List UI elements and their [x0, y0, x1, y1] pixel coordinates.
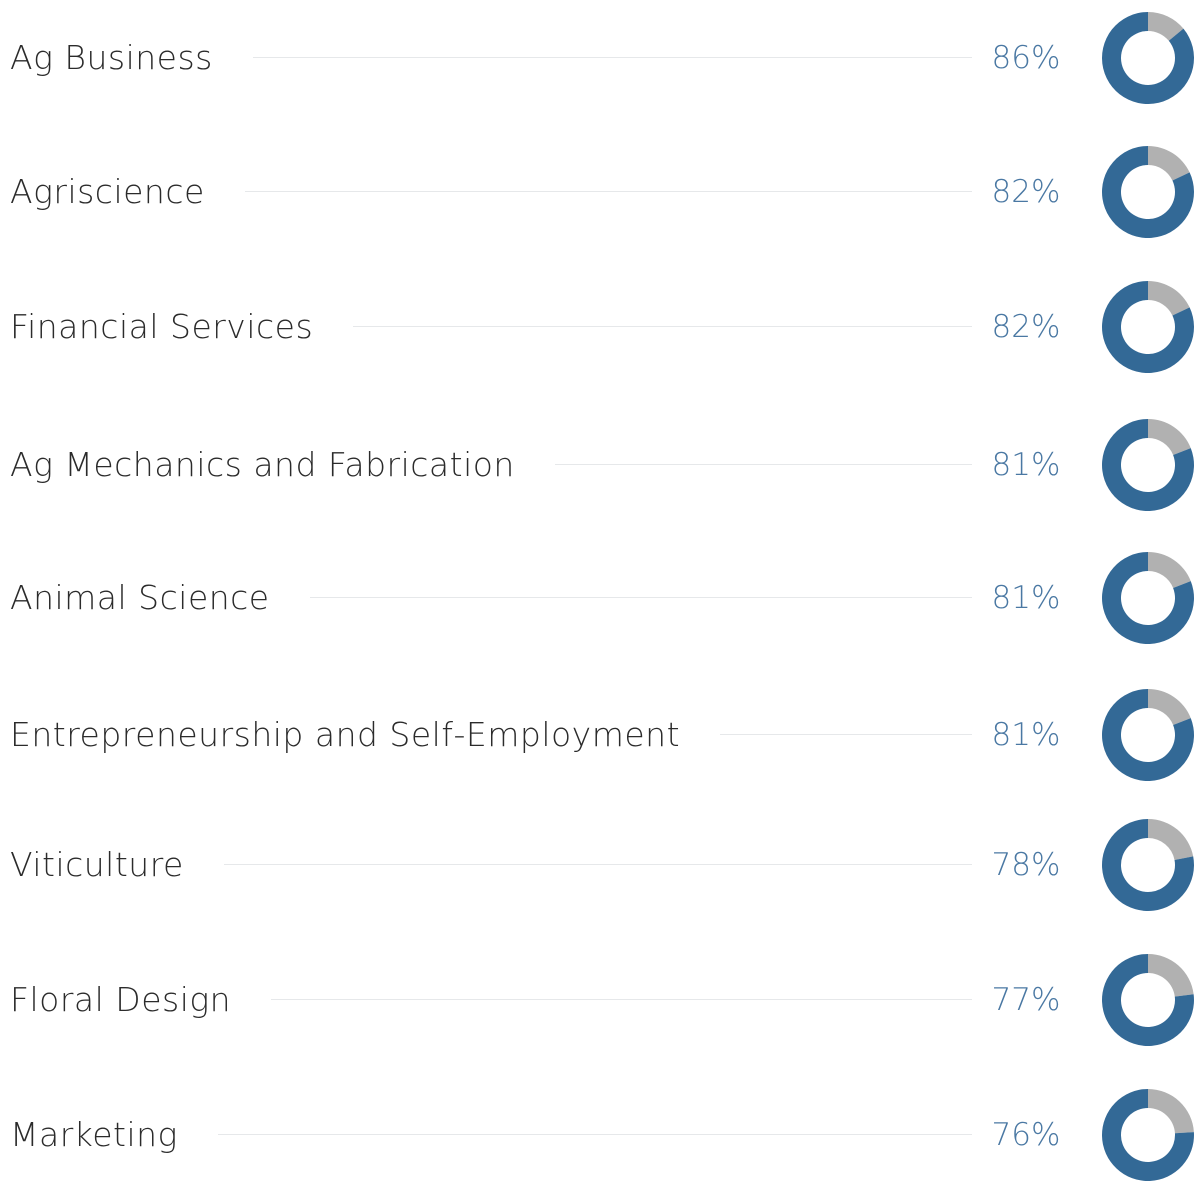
percentage-list: Ag Business 86% Agriscience 82% Financial Se…	[0, 0, 1198, 1190]
category-label: Entrepreneurship and Self-Employment	[10, 680, 721, 790]
list-item: Entrepreneurship and Self-Employment 81%	[0, 680, 1198, 790]
category-label: Marketing	[10, 1080, 218, 1190]
percent-value: 82%	[972, 272, 1080, 382]
list-item: Agriscience 82%	[0, 137, 1198, 247]
category-label: Financial Services	[10, 272, 354, 382]
donut-chart	[1102, 281, 1194, 373]
donut-chart	[1102, 819, 1194, 911]
category-label: Agriscience	[10, 137, 245, 247]
percent-value: 82%	[972, 137, 1080, 247]
percent-value: 86%	[972, 3, 1080, 113]
category-label: Viticulture	[10, 810, 224, 920]
percent-value: 81%	[972, 410, 1080, 520]
donut-chart	[1102, 1089, 1194, 1181]
list-item: Financial Services 82%	[0, 272, 1198, 382]
donut-remaining-slice	[1148, 419, 1191, 456]
donut-remaining-slice	[1148, 819, 1194, 860]
percent-value: 81%	[972, 680, 1080, 790]
donut-remaining-slice	[1148, 1089, 1194, 1134]
donut-chart	[1102, 146, 1194, 238]
list-item: Ag Mechanics and Fabrication 81%	[0, 410, 1198, 520]
donut-chart	[1102, 689, 1194, 781]
list-item: Marketing 76%	[0, 1080, 1198, 1190]
category-label: Ag Business	[10, 3, 253, 113]
donut-chart	[1102, 12, 1194, 105]
percent-value: 76%	[972, 1080, 1080, 1190]
category-label: Ag Mechanics and Fabrication	[10, 410, 555, 520]
percent-value: 77%	[972, 945, 1080, 1055]
list-item: Viticulture 78%	[0, 810, 1198, 920]
list-item: Ag Business 86%	[0, 3, 1198, 113]
list-item: Floral Design 77%	[0, 945, 1198, 1055]
donut-remaining-slice	[1148, 146, 1190, 181]
donut-remaining-slice	[1148, 689, 1191, 726]
donut-chart	[1102, 552, 1194, 644]
percent-value: 81%	[972, 543, 1080, 653]
donut-remaining-slice	[1148, 552, 1191, 589]
donut-remaining-slice	[1148, 954, 1194, 997]
list-item: Animal Science 81%	[0, 543, 1198, 653]
percent-value: 78%	[972, 810, 1080, 920]
category-label: Animal Science	[10, 543, 310, 653]
donut-chart	[1102, 954, 1194, 1046]
donut-remaining-slice	[1148, 281, 1190, 316]
donut-chart	[1102, 419, 1194, 511]
category-label: Floral Design	[10, 945, 272, 1055]
